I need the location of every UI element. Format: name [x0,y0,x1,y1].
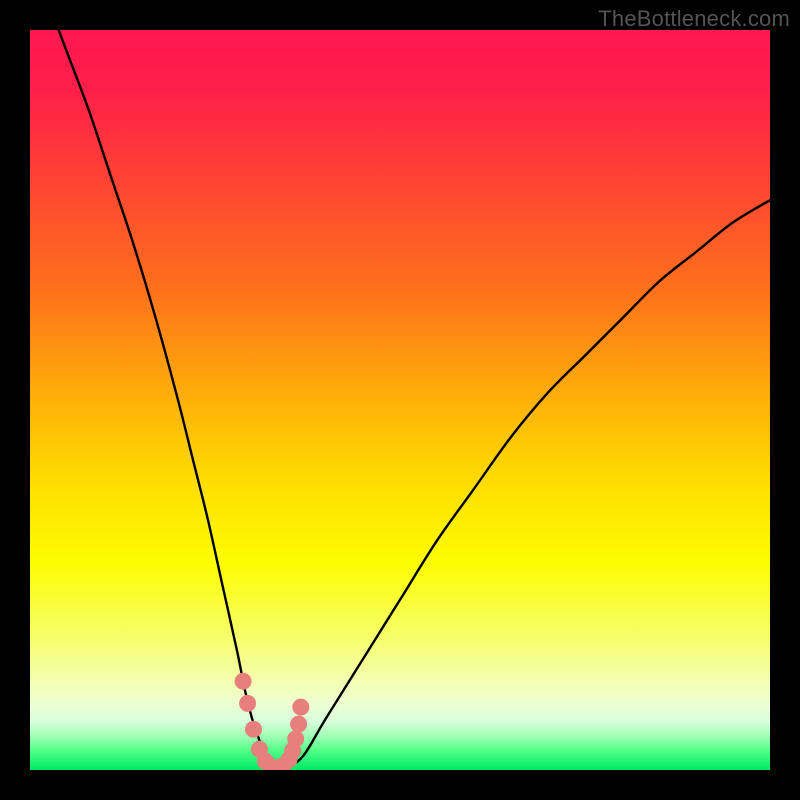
curve-marker-dot [287,730,304,747]
chart-frame: TheBottleneck.com [0,0,800,800]
curve-marker-dot [239,695,256,712]
bottleneck-curve [30,30,770,770]
curve-marker-dot [245,721,262,738]
curve-marker-dot [292,699,309,716]
curve-markers [235,673,310,770]
curve-marker-dot [290,716,307,733]
curve-marker-dot [235,673,252,690]
plot-area [30,30,770,770]
watermark-text: TheBottleneck.com [598,6,790,32]
